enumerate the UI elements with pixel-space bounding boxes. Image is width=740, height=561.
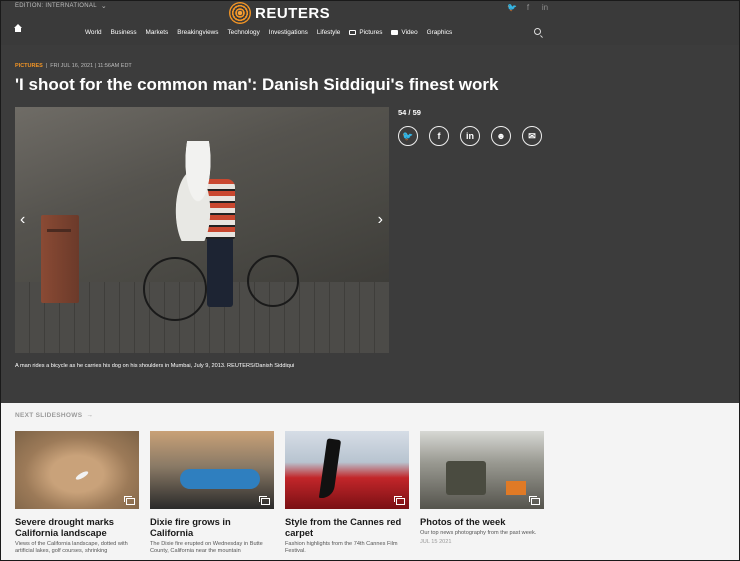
- nav-item-business[interactable]: Business: [111, 29, 137, 36]
- share-facebook-icon[interactable]: f: [429, 126, 449, 146]
- nav-item-markets[interactable]: Markets: [146, 29, 169, 36]
- chevron-down-icon: ⌄: [100, 3, 108, 10]
- slideshow-card[interactable]: Style from the Cannes red carpet Fashion…: [285, 431, 410, 556]
- nav-item-lifestyle[interactable]: Lifestyle: [317, 29, 340, 36]
- photo-rider-legs: [207, 237, 233, 307]
- main-nav: World Business Markets Breakingviews Tec…: [1, 24, 739, 45]
- card-description: The Dixie fire erupted on Wednesday in B…: [150, 541, 263, 555]
- top-bar: EDITION: INTERNATIONAL ⌄ REUTERS 🐦 f in …: [1, 1, 739, 45]
- kicker-separator: |: [45, 63, 48, 69]
- nav-item-technology[interactable]: Technology: [227, 29, 259, 36]
- facebook-icon[interactable]: f: [524, 3, 532, 12]
- share-buttons: 🐦 f in ☻ ✉: [398, 126, 542, 146]
- slideshow-card[interactable]: Dixie fire grows in California The Dixie…: [150, 431, 275, 556]
- camera-icon: [349, 30, 357, 35]
- reuters-logo[interactable]: REUTERS: [229, 2, 330, 24]
- section-label[interactable]: PICTURES: [15, 63, 43, 69]
- card-thumbnail[interactable]: [285, 431, 409, 509]
- slide-counter: 54 / 59: [398, 108, 421, 117]
- slideshow-photo[interactable]: ‹ ›: [15, 107, 389, 353]
- nav-item-pictures[interactable]: Pictures: [349, 29, 382, 36]
- photo-dog: [173, 141, 223, 241]
- article-kicker: PICTURES | FRI JUL 16, 2021 | 11:56AM ED…: [15, 63, 132, 69]
- nav-item-graphics[interactable]: Graphics: [427, 29, 453, 36]
- photo-bicycle-front-wheel: [143, 257, 207, 321]
- arrow-right-icon: →: [86, 412, 94, 419]
- article-datetime: FRI JUL 16, 2021 | 11:56AM EDT: [50, 63, 132, 69]
- search-icon[interactable]: [534, 28, 541, 35]
- nav-item-video[interactable]: Video: [391, 29, 418, 36]
- twitter-icon[interactable]: 🐦: [507, 3, 517, 12]
- card-thumbnail[interactable]: [150, 431, 274, 509]
- slideshow-card[interactable]: Severe drought marks California landscap…: [15, 431, 140, 556]
- next-slideshows-heading[interactable]: NEXT SLIDESHOWS →: [15, 412, 93, 419]
- logo-wordmark: REUTERS: [255, 4, 331, 22]
- slideshow-cards: Severe drought marks California landscap…: [15, 431, 545, 556]
- card-description: Fashion highlights from the 74th Cannes …: [285, 541, 398, 555]
- card-thumbnail[interactable]: [15, 431, 139, 509]
- card-description: Our top news photography from the past w…: [420, 530, 537, 536]
- edition-label: EDITION: INTERNATIONAL: [15, 3, 97, 9]
- card-title[interactable]: Dixie fire grows in California: [150, 516, 275, 538]
- previous-slide-chevron-icon[interactable]: ‹: [20, 211, 25, 229]
- share-twitter-icon[interactable]: 🐦: [398, 126, 418, 146]
- share-linkedin-icon[interactable]: in: [460, 126, 480, 146]
- linkedin-icon[interactable]: in: [541, 3, 549, 12]
- social-links: 🐦 f in: [507, 3, 549, 12]
- gallery-icon: [529, 496, 540, 505]
- card-title[interactable]: Severe drought marks California landscap…: [15, 516, 140, 538]
- photo-electric-box: [41, 215, 79, 303]
- page-title: 'I shoot for the common man': Danish Sid…: [15, 75, 499, 94]
- nav-item-breakingviews[interactable]: Breakingviews: [177, 29, 218, 36]
- video-icon: [391, 30, 399, 35]
- photo-caption: A man rides a bicycle as he carries his …: [15, 363, 295, 369]
- edition-selector[interactable]: EDITION: INTERNATIONAL ⌄: [15, 2, 107, 10]
- share-reddit-icon[interactable]: ☻: [491, 126, 511, 146]
- card-title[interactable]: Style from the Cannes red carpet: [285, 516, 410, 538]
- share-email-icon[interactable]: ✉: [522, 126, 542, 146]
- page-frame: EDITION: INTERNATIONAL ⌄ REUTERS 🐦 f in …: [0, 0, 740, 561]
- home-icon[interactable]: [14, 24, 22, 35]
- slideshow-card[interactable]: Photos of the week Our top news photogra…: [420, 431, 545, 556]
- nav-item-world[interactable]: World: [85, 29, 102, 36]
- gallery-icon: [394, 496, 405, 505]
- nav-item-investigations[interactable]: Investigations: [269, 29, 308, 36]
- card-thumbnail[interactable]: [420, 431, 544, 509]
- gallery-icon: [259, 496, 270, 505]
- card-description: Views of the California landscape, dotte…: [15, 541, 128, 555]
- card-date: JUL 15 2021: [420, 539, 452, 546]
- photo-bicycle-rear-wheel: [247, 255, 299, 307]
- reuters-logo-mark-icon: [229, 2, 251, 24]
- gallery-icon: [124, 496, 135, 505]
- next-slide-chevron-icon[interactable]: ›: [378, 211, 383, 229]
- card-title[interactable]: Photos of the week: [420, 516, 545, 527]
